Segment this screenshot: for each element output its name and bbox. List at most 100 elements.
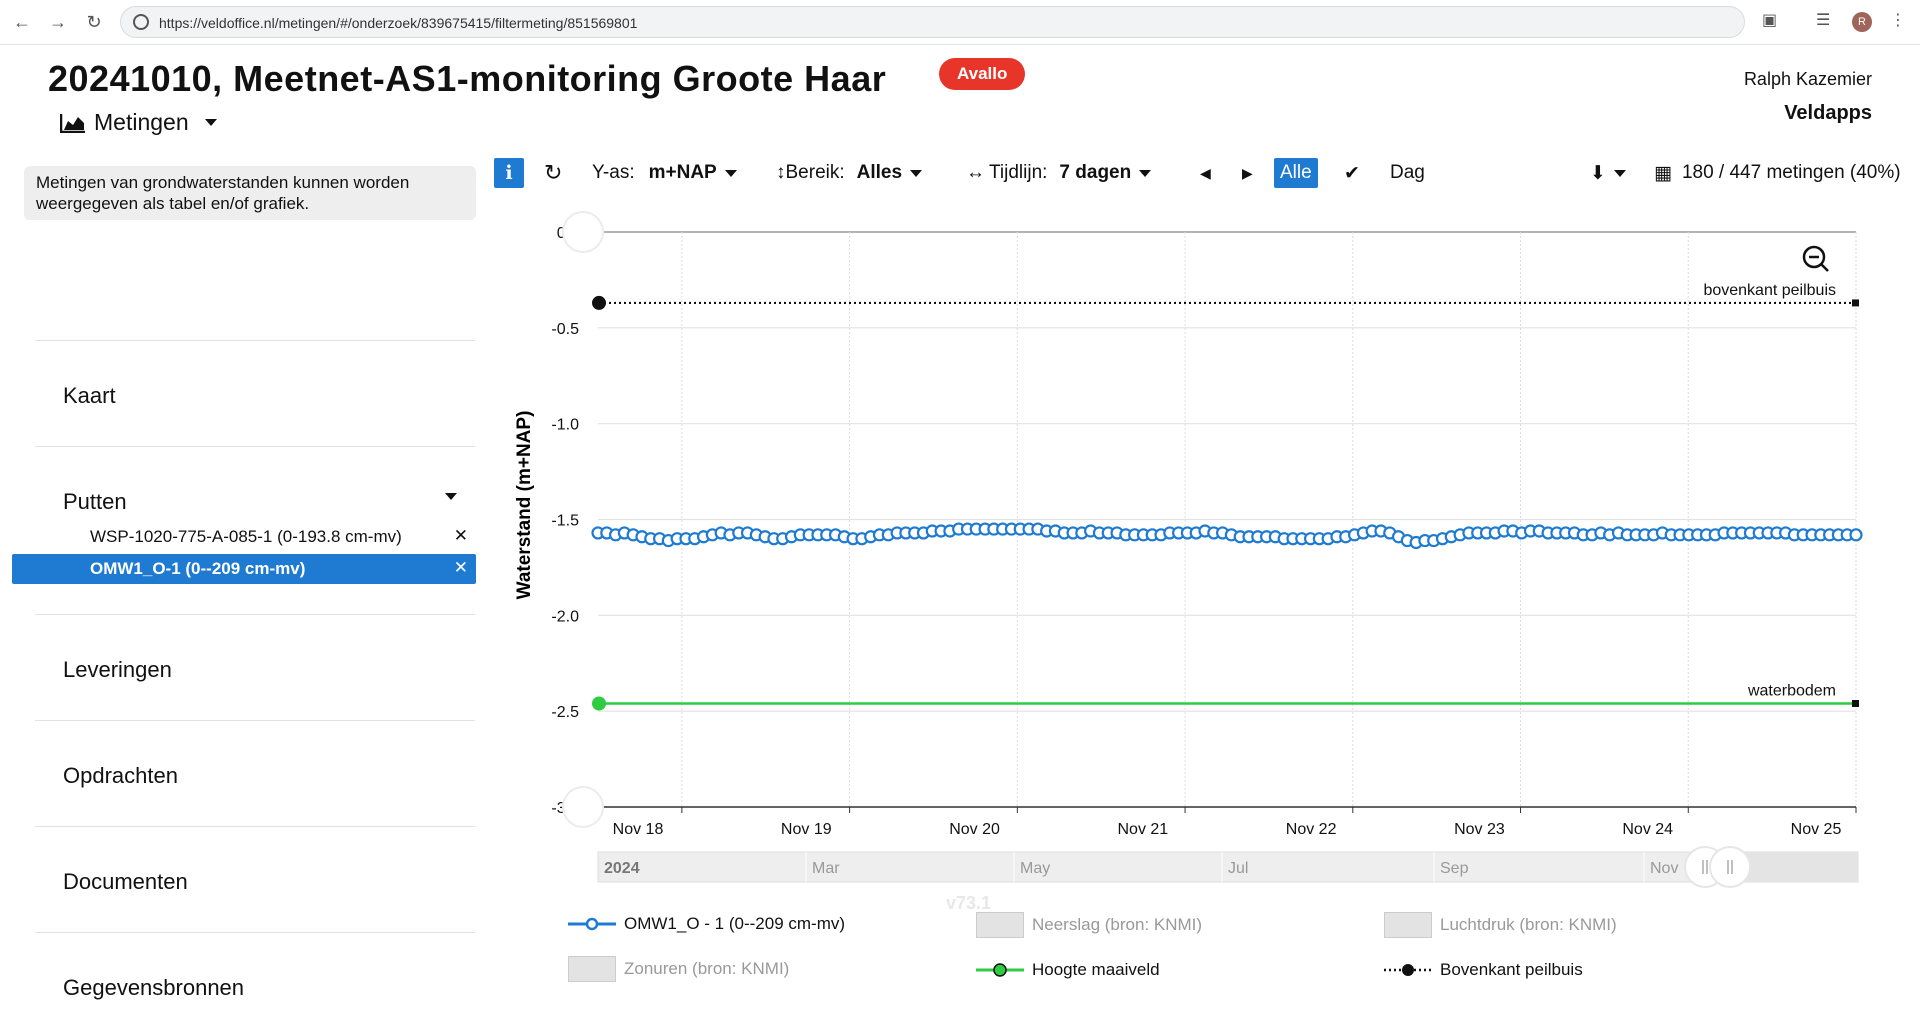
x-tick-label: Nov 23 bbox=[1454, 821, 1505, 838]
y-tick-label: -0.5 bbox=[551, 321, 579, 338]
legend-label: Zonuren (bron: KNMI) bbox=[624, 959, 790, 978]
measurement-count: 180 / 447 metingen (40%) bbox=[1681, 162, 1901, 183]
legend-omw1[interactable]: OMW1_O - 1 (0--209 cm-mv) bbox=[568, 914, 845, 934]
metingen-menu[interactable]: Metingen bbox=[60, 109, 217, 136]
user-name[interactable]: Ralph Kazemier bbox=[1744, 69, 1872, 90]
well-label: WSP-1020-775-A-085-1 (0-193.8 cm-mv) bbox=[90, 527, 402, 546]
x-tick-label: Nov 18 bbox=[613, 821, 664, 838]
sidebar-item-kaart[interactable]: Kaart bbox=[63, 383, 116, 409]
y-tick-label: -2.0 bbox=[551, 608, 579, 625]
y-axis: 0.0-0.5-1.0-1.5-2.0-2.5-3.0 bbox=[551, 225, 579, 817]
avatar[interactable]: R bbox=[1852, 12, 1872, 32]
reference-marker bbox=[592, 696, 606, 711]
x-tick-label: Nov 21 bbox=[1118, 821, 1169, 838]
legend-label: Neerslag (bron: KNMI) bbox=[1032, 915, 1203, 934]
close-icon[interactable]: ✕ bbox=[454, 558, 468, 578]
line-marker-icon bbox=[568, 917, 616, 931]
tijdlijn-dropdown[interactable]: ↔ Tijdlijn: 7 dagen bbox=[966, 158, 1152, 188]
tijdlijn-value: 7 dagen bbox=[1059, 162, 1132, 183]
legend-swatch bbox=[976, 912, 1024, 938]
back-icon[interactable]: ← bbox=[10, 10, 34, 34]
navigator-handle[interactable] bbox=[1709, 846, 1751, 888]
green-dot-icon bbox=[976, 963, 1024, 977]
url-text[interactable]: https://veldoffice.nl/metingen/#/onderzo… bbox=[159, 15, 637, 31]
browser-toolbar: ← → ↻ https://veldoffice.nl/metingen/#/o… bbox=[0, 0, 1920, 45]
legend-swatch bbox=[568, 956, 616, 982]
x-axis: Nov 18 Nov 19 Nov 20 Nov 21 Nov 22 Nov 23 Nov … bbox=[613, 821, 1842, 838]
zoom-out-icon[interactable] bbox=[1802, 245, 1829, 272]
reference-label: bovenkant peilbuis bbox=[1703, 282, 1836, 299]
y-range-handle-bottom[interactable] bbox=[562, 786, 604, 828]
media-icon[interactable]: ☰ bbox=[1816, 10, 1830, 30]
reference-lines: bovenkant peilbuis waterbodem bbox=[592, 282, 1859, 711]
legend-swatch bbox=[1384, 912, 1432, 938]
x-tick-label: Nov 22 bbox=[1286, 821, 1337, 838]
chevron-down-icon[interactable] bbox=[445, 493, 457, 500]
table-toggle[interactable]: ▦ 180 / 447 metingen (40%) bbox=[1654, 158, 1901, 188]
info-message: Metingen van grondwaterstanden kunnen wo… bbox=[24, 166, 476, 220]
sidebar-item-leveringen[interactable]: Leveringen bbox=[63, 657, 172, 683]
waterstand-chart[interactable]: 0.0-0.5-1.0-1.5-2.0-2.5-3.0 Nov 18Nov 19… bbox=[494, 200, 1920, 890]
bereik-dropdown[interactable]: ↕ Bereik: Alles bbox=[776, 158, 923, 188]
legend-neerslag[interactable]: Neerslag (bron: KNMI) bbox=[976, 912, 1202, 938]
chevron-down-icon bbox=[724, 169, 737, 177]
legend-bovenkant-peilbuis[interactable]: Bovenkant peilbuis bbox=[1384, 960, 1583, 980]
page-title: 20241010, Meetnet-AS1-monitoring Groote … bbox=[48, 58, 887, 99]
reference-end-marker bbox=[1852, 299, 1859, 307]
yaxis-label: Y-as: bbox=[592, 162, 635, 183]
legend-luchtdruk[interactable]: Luchtdruk (bron: KNMI) bbox=[1384, 912, 1617, 938]
navigator-label: Sep bbox=[1440, 860, 1469, 877]
refresh-icon[interactable]: ↻ bbox=[544, 158, 562, 188]
black-dot-icon bbox=[1384, 964, 1432, 976]
legend-label: Luchtdruk (bron: KNMI) bbox=[1440, 915, 1617, 934]
next-icon[interactable]: ▶ bbox=[1242, 158, 1253, 188]
data-point[interactable] bbox=[1849, 528, 1863, 542]
chevron-down-icon bbox=[1139, 169, 1152, 177]
extensions-icon[interactable]: ▣ bbox=[1762, 10, 1777, 30]
dag-button[interactable]: Dag bbox=[1390, 158, 1425, 188]
site-info-icon[interactable] bbox=[133, 14, 149, 30]
legend-hoogte-maaiveld[interactable]: Hoogte maaiveld bbox=[976, 960, 1160, 980]
sidebar-item-opdrachten[interactable]: Opdrachten bbox=[63, 763, 178, 789]
more-menu-icon[interactable]: ⋮ bbox=[1890, 10, 1906, 30]
x-tick-label: Nov 20 bbox=[949, 821, 1000, 838]
legend-label: Hoogte maaiveld bbox=[1032, 960, 1160, 979]
download-menu[interactable]: ⬇ bbox=[1590, 158, 1626, 188]
sidebar-item-putten[interactable]: Putten bbox=[63, 489, 127, 515]
yaxis-dropdown[interactable]: Y-as: m+NAP bbox=[592, 158, 737, 188]
sidebar-item-documenten[interactable]: Documenten bbox=[63, 869, 188, 895]
reference-marker bbox=[592, 295, 606, 310]
close-icon[interactable]: ✕ bbox=[454, 526, 468, 546]
well-label: OMW1_O-1 (0--209 cm-mv) bbox=[90, 559, 306, 578]
table-icon: ▦ bbox=[1654, 162, 1672, 184]
sidebar-item-gegevensbronnen[interactable]: Gegevensbronnen bbox=[63, 975, 244, 1001]
alle-button[interactable]: Alle bbox=[1274, 158, 1318, 188]
data-series[interactable] bbox=[591, 522, 1863, 550]
download-icon: ⬇ bbox=[1590, 162, 1606, 184]
area-chart-icon bbox=[60, 113, 85, 133]
legend-zonuren[interactable]: Zonuren (bron: KNMI) bbox=[568, 956, 789, 982]
reference-end-marker bbox=[1852, 700, 1859, 707]
y-range-handle-top[interactable] bbox=[562, 211, 604, 253]
version-label: v73.1 bbox=[946, 893, 992, 913]
yaxis-value: m+NAP bbox=[648, 162, 717, 183]
y-tick-label: -1.0 bbox=[551, 417, 579, 434]
tijdlijn-label: Tijdlijn: bbox=[989, 162, 1048, 183]
section-kaart: Kaart bbox=[35, 340, 475, 446]
bereik-value: Alles bbox=[856, 162, 903, 183]
address-bar[interactable]: https://veldoffice.nl/metingen/#/onderzo… bbox=[120, 6, 1745, 38]
reload-icon[interactable]: ↻ bbox=[82, 10, 106, 34]
navigator-label: May bbox=[1020, 860, 1050, 877]
well-item-omw1[interactable]: OMW1_O-1 (0--209 cm-mv) ✕ bbox=[12, 554, 476, 584]
metingen-label: Metingen bbox=[94, 109, 189, 135]
org-name[interactable]: Veldapps bbox=[1784, 102, 1872, 125]
timeline-navigator[interactable]: 2024 Mar May Jul Sep Nov bbox=[597, 846, 1859, 888]
checkmark-icon[interactable]: ✔ bbox=[1344, 158, 1360, 188]
x-tick-label: Nov 25 bbox=[1791, 821, 1842, 838]
previous-icon[interactable]: ◀ bbox=[1200, 158, 1211, 188]
chart-toolbar: i ↻ Y-as: m+NAP ↕ Bereik: Alles ↔ Tijdli… bbox=[494, 158, 1920, 188]
well-item-wsp[interactable]: WSP-1020-775-A-085-1 (0-193.8 cm-mv) ✕ bbox=[12, 522, 476, 552]
forward-icon[interactable]: → bbox=[46, 10, 70, 34]
horizontal-arrows-icon: ↔ bbox=[966, 162, 985, 183]
info-button[interactable]: i bbox=[494, 158, 524, 188]
